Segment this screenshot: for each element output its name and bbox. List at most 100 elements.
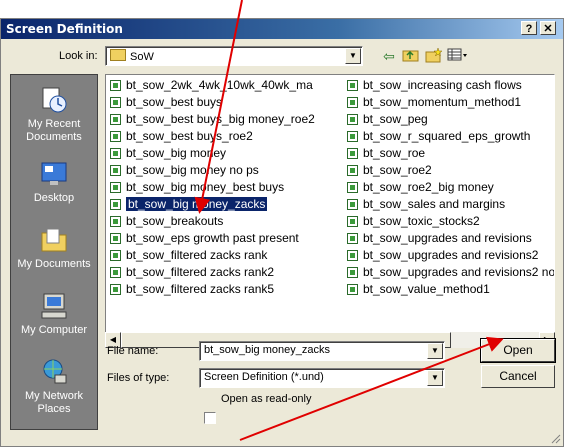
read-only-label: Open as read-only (221, 393, 312, 405)
back-icon[interactable]: ⇦ (379, 47, 399, 65)
screen-file-icon (110, 250, 121, 261)
place-network-places[interactable]: My Network Places (11, 357, 97, 416)
file-item-label: bt_sow_big money (126, 146, 227, 160)
folder-icon (110, 49, 126, 61)
file-item[interactable]: bt_sow_sales and margins (346, 196, 554, 213)
view-menu-icon[interactable] (447, 47, 467, 65)
file-item[interactable]: bt_sow_best buys_roe2 (109, 128, 315, 145)
screen-file-icon (110, 165, 121, 176)
file-item-label: bt_sow_best buys (126, 95, 223, 109)
file-item[interactable]: bt_sow_momentum_method1 (346, 94, 554, 111)
file-item-label: bt_sow_big money no ps (126, 163, 259, 177)
my-computer-icon (41, 293, 67, 319)
recent-documents-icon (42, 87, 67, 113)
file-type-label: Files of type: (107, 372, 170, 384)
places-bar: My Recent Documents Desktop My Documents… (10, 74, 98, 430)
file-item-label: bt_sow_momentum_method1 (363, 95, 522, 109)
file-item[interactable]: bt_sow_toxic_stocks2 (346, 213, 554, 230)
file-item-label: bt_sow_upgrades and revisions (363, 231, 532, 245)
file-item[interactable]: bt_sow_big money no ps (109, 162, 315, 179)
chevron-down-icon[interactable]: ▼ (427, 370, 443, 386)
file-item-label: bt_sow_increasing cash flows (363, 78, 522, 92)
file-item[interactable]: bt_sow_filtered zacks rank2 (109, 264, 315, 281)
screen-file-icon (110, 131, 121, 142)
read-only-checkbox[interactable] (204, 412, 216, 424)
new-folder-icon[interactable] (424, 47, 444, 65)
screen-file-icon (110, 233, 121, 244)
open-button[interactable]: Open (480, 338, 556, 363)
file-item[interactable]: bt_sow_upgrades and revisions2 (346, 247, 554, 264)
screen-file-icon (110, 80, 121, 91)
file-item[interactable]: bt_sow_upgrades and revisions2 no (346, 264, 555, 281)
file-item-label: bt_sow_roe2_big money (363, 180, 494, 194)
file-item[interactable]: bt_sow_roe2_big money (346, 179, 554, 196)
look-in-label: Look in: (59, 50, 98, 62)
screen-file-icon (347, 233, 358, 244)
window-title: Screen Definition (6, 22, 123, 36)
screen-file-icon (110, 284, 121, 295)
look-in-value: SoW (130, 51, 154, 63)
place-recent-documents[interactable]: My Recent Documents (11, 85, 97, 144)
screen-file-icon (347, 216, 358, 227)
screen-file-icon (347, 114, 358, 125)
file-item-label: bt_sow_2wk_4wk_10wk_40wk_ma (126, 78, 313, 92)
file-item[interactable]: bt_sow_filtered zacks rank (109, 247, 315, 264)
file-item[interactable]: bt_sow_big money (109, 145, 315, 162)
help-button[interactable]: ? (521, 21, 537, 35)
file-item[interactable]: bt_sow_big money_best buys (109, 179, 315, 196)
file-item-label: bt_sow_filtered zacks rank5 (126, 282, 275, 296)
screen-file-icon (110, 216, 121, 227)
file-item-label: bt_sow_toxic_stocks2 (363, 214, 480, 228)
file-item[interactable]: bt_sow_increasing cash flows (346, 77, 554, 94)
look-in-dropdown[interactable]: SoW ▼ (105, 46, 363, 66)
place-my-documents[interactable]: My Documents (11, 225, 97, 271)
cancel-button[interactable]: Cancel (481, 365, 555, 388)
file-item[interactable]: bt_sow_roe (346, 145, 554, 162)
screen-file-icon (110, 148, 121, 159)
file-item[interactable]: bt_sow_value_method1 (346, 281, 554, 298)
file-item[interactable]: bt_sow_filtered zacks rank5 (109, 281, 315, 298)
file-item-label: bt_sow_peg (363, 112, 428, 126)
file-item-label: bt_sow_eps growth past present (126, 231, 299, 245)
file-name-label: File name: (107, 345, 159, 357)
my-documents-icon (41, 228, 67, 252)
file-item-label: bt_sow_filtered zacks rank2 (126, 265, 275, 279)
chevron-down-icon[interactable]: ▼ (427, 343, 443, 359)
screen-definition-dialog: Screen Definition ? ✕ Look in: SoW ▼ ⇦ M… (0, 18, 564, 447)
file-item-label: bt_sow_sales and margins (363, 197, 506, 211)
file-item[interactable]: bt_sow_roe2 (346, 162, 554, 179)
file-item[interactable]: bt_sow_big money_zacks (109, 196, 315, 213)
resize-grip-icon[interactable] (549, 432, 561, 444)
desktop-icon (41, 162, 67, 185)
screen-file-icon (347, 97, 358, 108)
title-bar[interactable]: Screen Definition ? ✕ (1, 19, 563, 39)
file-item[interactable]: bt_sow_eps growth past present (109, 230, 315, 247)
file-item-label: bt_sow_roe (363, 146, 426, 160)
screen-file-icon (347, 148, 358, 159)
file-item[interactable]: bt_sow_breakouts (109, 213, 315, 230)
file-item[interactable]: bt_sow_peg (346, 111, 554, 128)
file-type-select[interactable]: Screen Definition (*.und) ▼ (199, 368, 445, 388)
file-item[interactable]: bt_sow_best buys_big money_roe2 (109, 111, 315, 128)
file-column-1: bt_sow_2wk_4wk_10wk_40wk_ma bt_sow_best b… (109, 77, 315, 298)
file-item-label: bt_sow_upgrades and revisions2 no (363, 265, 555, 279)
screen-file-icon (347, 182, 358, 193)
file-column-2: bt_sow_increasing cash flows bt_sow_momen… (346, 77, 555, 298)
file-item[interactable]: bt_sow_upgrades and revisions (346, 230, 554, 247)
close-button[interactable]: ✕ (540, 21, 556, 35)
place-my-computer[interactable]: My Computer (11, 291, 97, 337)
up-folder-icon[interactable] (401, 47, 421, 65)
place-desktop[interactable]: Desktop (11, 159, 97, 205)
chevron-down-icon[interactable]: ▼ (345, 48, 361, 64)
file-item-label: bt_sow_big money_best buys (126, 180, 285, 194)
file-item[interactable]: bt_sow_2wk_4wk_10wk_40wk_ma (109, 77, 315, 94)
file-item-label: bt_sow_big money_zacks (126, 197, 268, 211)
screen-file-icon (347, 267, 358, 278)
file-name-field[interactable]: bt_sow_big money_zacks ▼ (199, 341, 445, 361)
file-item[interactable]: bt_sow_r_squared_eps_growth (346, 128, 554, 145)
file-item[interactable]: bt_sow_best buys (109, 94, 315, 111)
file-item-label: bt_sow_r_squared_eps_growth (363, 129, 531, 143)
file-list[interactable]: bt_sow_2wk_4wk_10wk_40wk_ma bt_sow_best b… (105, 74, 555, 348)
file-item-label: bt_sow_best buys_big money_roe2 (126, 112, 315, 126)
screen-file-icon (110, 114, 121, 125)
